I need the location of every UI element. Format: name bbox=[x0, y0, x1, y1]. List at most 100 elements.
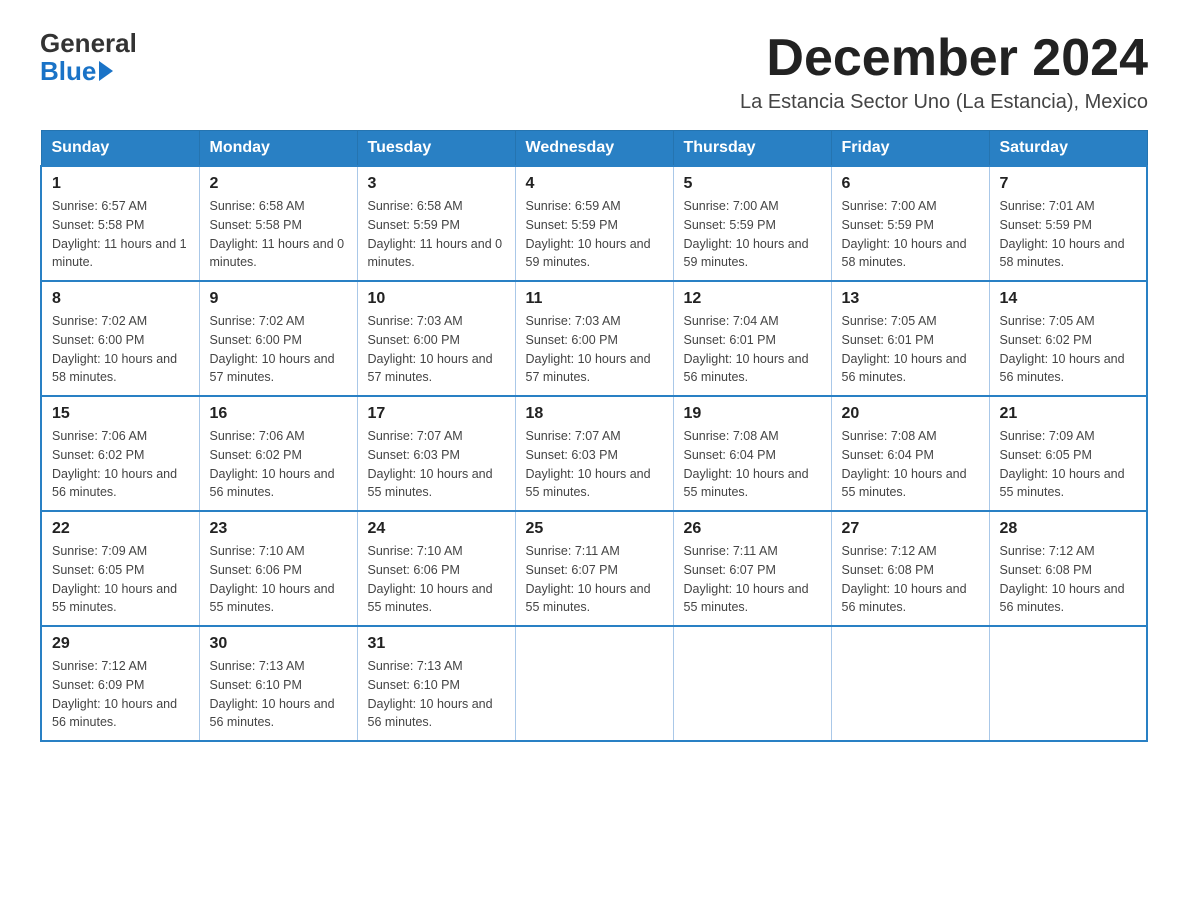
day-number: 20 bbox=[842, 405, 979, 423]
table-row: 12 Sunrise: 7:04 AMSunset: 6:01 PMDaylig… bbox=[673, 281, 831, 396]
table-row: 2 Sunrise: 6:58 AMSunset: 5:58 PMDayligh… bbox=[199, 166, 357, 281]
table-row: 26 Sunrise: 7:11 AMSunset: 6:07 PMDaylig… bbox=[673, 511, 831, 626]
day-number: 26 bbox=[684, 520, 821, 538]
table-row: 27 Sunrise: 7:12 AMSunset: 6:08 PMDaylig… bbox=[831, 511, 989, 626]
day-info: Sunrise: 7:13 AMSunset: 6:10 PMDaylight:… bbox=[210, 657, 347, 732]
day-number: 31 bbox=[368, 635, 505, 653]
table-row: 16 Sunrise: 7:06 AMSunset: 6:02 PMDaylig… bbox=[199, 396, 357, 511]
table-row: 13 Sunrise: 7:05 AMSunset: 6:01 PMDaylig… bbox=[831, 281, 989, 396]
table-row: 18 Sunrise: 7:07 AMSunset: 6:03 PMDaylig… bbox=[515, 396, 673, 511]
day-info: Sunrise: 7:10 AMSunset: 6:06 PMDaylight:… bbox=[368, 542, 505, 617]
table-row: 21 Sunrise: 7:09 AMSunset: 6:05 PMDaylig… bbox=[989, 396, 1147, 511]
day-number: 6 bbox=[842, 175, 979, 193]
day-info: Sunrise: 7:06 AMSunset: 6:02 PMDaylight:… bbox=[52, 427, 189, 502]
day-info: Sunrise: 7:07 AMSunset: 6:03 PMDaylight:… bbox=[368, 427, 505, 502]
title-section: December 2024 La Estancia Sector Uno (La… bbox=[740, 30, 1148, 114]
day-number: 21 bbox=[1000, 405, 1137, 423]
logo-general-text: General bbox=[40, 30, 137, 56]
day-number: 1 bbox=[52, 175, 189, 193]
day-info: Sunrise: 7:00 AMSunset: 5:59 PMDaylight:… bbox=[842, 197, 979, 272]
table-row: 11 Sunrise: 7:03 AMSunset: 6:00 PMDaylig… bbox=[515, 281, 673, 396]
day-info: Sunrise: 7:09 AMSunset: 6:05 PMDaylight:… bbox=[1000, 427, 1137, 502]
day-info: Sunrise: 7:12 AMSunset: 6:08 PMDaylight:… bbox=[1000, 542, 1137, 617]
calendar-week-row: 22 Sunrise: 7:09 AMSunset: 6:05 PMDaylig… bbox=[41, 511, 1147, 626]
day-number: 11 bbox=[526, 290, 663, 308]
day-info: Sunrise: 7:12 AMSunset: 6:09 PMDaylight:… bbox=[52, 657, 189, 732]
day-number: 25 bbox=[526, 520, 663, 538]
day-number: 24 bbox=[368, 520, 505, 538]
table-row bbox=[673, 626, 831, 741]
table-row: 23 Sunrise: 7:10 AMSunset: 6:06 PMDaylig… bbox=[199, 511, 357, 626]
table-row: 19 Sunrise: 7:08 AMSunset: 6:04 PMDaylig… bbox=[673, 396, 831, 511]
day-number: 15 bbox=[52, 405, 189, 423]
day-info: Sunrise: 7:03 AMSunset: 6:00 PMDaylight:… bbox=[368, 312, 505, 387]
day-number: 23 bbox=[210, 520, 347, 538]
day-info: Sunrise: 7:03 AMSunset: 6:00 PMDaylight:… bbox=[526, 312, 663, 387]
table-row: 5 Sunrise: 7:00 AMSunset: 5:59 PMDayligh… bbox=[673, 166, 831, 281]
day-number: 16 bbox=[210, 405, 347, 423]
day-info: Sunrise: 7:10 AMSunset: 6:06 PMDaylight:… bbox=[210, 542, 347, 617]
location-subtitle: La Estancia Sector Uno (La Estancia), Me… bbox=[740, 91, 1148, 114]
table-row: 10 Sunrise: 7:03 AMSunset: 6:00 PMDaylig… bbox=[357, 281, 515, 396]
day-info: Sunrise: 7:02 AMSunset: 6:00 PMDaylight:… bbox=[52, 312, 189, 387]
day-info: Sunrise: 7:07 AMSunset: 6:03 PMDaylight:… bbox=[526, 427, 663, 502]
day-number: 19 bbox=[684, 405, 821, 423]
table-row bbox=[515, 626, 673, 741]
day-info: Sunrise: 7:08 AMSunset: 6:04 PMDaylight:… bbox=[684, 427, 821, 502]
calendar-week-row: 8 Sunrise: 7:02 AMSunset: 6:00 PMDayligh… bbox=[41, 281, 1147, 396]
table-row: 28 Sunrise: 7:12 AMSunset: 6:08 PMDaylig… bbox=[989, 511, 1147, 626]
calendar-week-row: 15 Sunrise: 7:06 AMSunset: 6:02 PMDaylig… bbox=[41, 396, 1147, 511]
table-row: 25 Sunrise: 7:11 AMSunset: 6:07 PMDaylig… bbox=[515, 511, 673, 626]
day-number: 3 bbox=[368, 175, 505, 193]
calendar-week-row: 1 Sunrise: 6:57 AMSunset: 5:58 PMDayligh… bbox=[41, 166, 1147, 281]
day-info: Sunrise: 7:02 AMSunset: 6:00 PMDaylight:… bbox=[210, 312, 347, 387]
col-sunday: Sunday bbox=[41, 131, 199, 167]
table-row: 29 Sunrise: 7:12 AMSunset: 6:09 PMDaylig… bbox=[41, 626, 199, 741]
day-number: 2 bbox=[210, 175, 347, 193]
col-tuesday: Tuesday bbox=[357, 131, 515, 167]
calendar-table: Sunday Monday Tuesday Wednesday Thursday… bbox=[40, 130, 1148, 742]
day-info: Sunrise: 6:58 AMSunset: 5:58 PMDaylight:… bbox=[210, 197, 347, 272]
day-number: 8 bbox=[52, 290, 189, 308]
calendar-week-row: 29 Sunrise: 7:12 AMSunset: 6:09 PMDaylig… bbox=[41, 626, 1147, 741]
table-row bbox=[831, 626, 989, 741]
col-friday: Friday bbox=[831, 131, 989, 167]
table-row: 6 Sunrise: 7:00 AMSunset: 5:59 PMDayligh… bbox=[831, 166, 989, 281]
day-number: 28 bbox=[1000, 520, 1137, 538]
table-row: 31 Sunrise: 7:13 AMSunset: 6:10 PMDaylig… bbox=[357, 626, 515, 741]
table-row: 30 Sunrise: 7:13 AMSunset: 6:10 PMDaylig… bbox=[199, 626, 357, 741]
table-row: 1 Sunrise: 6:57 AMSunset: 5:58 PMDayligh… bbox=[41, 166, 199, 281]
table-row: 4 Sunrise: 6:59 AMSunset: 5:59 PMDayligh… bbox=[515, 166, 673, 281]
day-info: Sunrise: 6:59 AMSunset: 5:59 PMDaylight:… bbox=[526, 197, 663, 272]
col-monday: Monday bbox=[199, 131, 357, 167]
table-row: 9 Sunrise: 7:02 AMSunset: 6:00 PMDayligh… bbox=[199, 281, 357, 396]
table-row bbox=[989, 626, 1147, 741]
day-number: 5 bbox=[684, 175, 821, 193]
day-number: 22 bbox=[52, 520, 189, 538]
day-info: Sunrise: 7:06 AMSunset: 6:02 PMDaylight:… bbox=[210, 427, 347, 502]
table-row: 22 Sunrise: 7:09 AMSunset: 6:05 PMDaylig… bbox=[41, 511, 199, 626]
table-row: 15 Sunrise: 7:06 AMSunset: 6:02 PMDaylig… bbox=[41, 396, 199, 511]
table-row: 7 Sunrise: 7:01 AMSunset: 5:59 PMDayligh… bbox=[989, 166, 1147, 281]
day-number: 17 bbox=[368, 405, 505, 423]
day-number: 30 bbox=[210, 635, 347, 653]
day-info: Sunrise: 7:11 AMSunset: 6:07 PMDaylight:… bbox=[526, 542, 663, 617]
day-info: Sunrise: 7:08 AMSunset: 6:04 PMDaylight:… bbox=[842, 427, 979, 502]
day-number: 9 bbox=[210, 290, 347, 308]
table-row: 24 Sunrise: 7:10 AMSunset: 6:06 PMDaylig… bbox=[357, 511, 515, 626]
day-info: Sunrise: 7:00 AMSunset: 5:59 PMDaylight:… bbox=[684, 197, 821, 272]
day-info: Sunrise: 7:13 AMSunset: 6:10 PMDaylight:… bbox=[368, 657, 505, 732]
table-row: 20 Sunrise: 7:08 AMSunset: 6:04 PMDaylig… bbox=[831, 396, 989, 511]
day-number: 7 bbox=[1000, 175, 1137, 193]
day-number: 10 bbox=[368, 290, 505, 308]
calendar-header-row: Sunday Monday Tuesday Wednesday Thursday… bbox=[41, 131, 1147, 167]
day-info: Sunrise: 6:57 AMSunset: 5:58 PMDaylight:… bbox=[52, 197, 189, 272]
day-number: 13 bbox=[842, 290, 979, 308]
day-number: 12 bbox=[684, 290, 821, 308]
table-row: 8 Sunrise: 7:02 AMSunset: 6:00 PMDayligh… bbox=[41, 281, 199, 396]
day-number: 18 bbox=[526, 405, 663, 423]
logo-blue-part: Blue bbox=[40, 56, 113, 87]
day-info: Sunrise: 7:01 AMSunset: 5:59 PMDaylight:… bbox=[1000, 197, 1137, 272]
month-title: December 2024 bbox=[740, 30, 1148, 87]
col-saturday: Saturday bbox=[989, 131, 1147, 167]
